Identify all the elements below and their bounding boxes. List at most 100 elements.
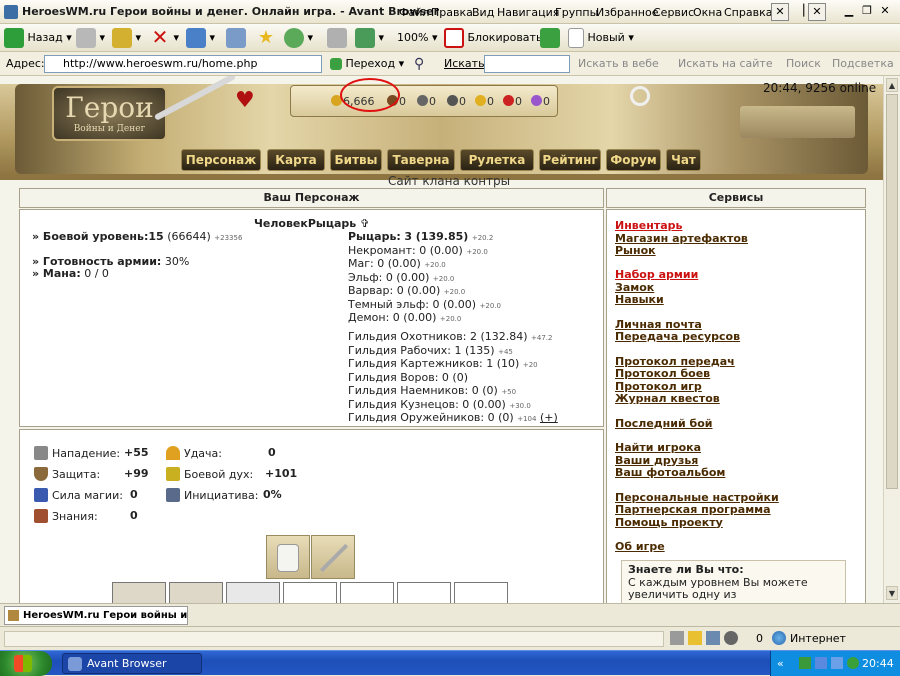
- nav-map[interactable]: Карта: [267, 149, 325, 171]
- sulfur-value: 0: [487, 95, 494, 108]
- tray-app-icon[interactable]: [799, 657, 811, 669]
- stat-luck: Удача:: [166, 446, 222, 460]
- game-logo[interactable]: Герои Войны и Денег: [52, 86, 167, 141]
- media-icon[interactable]: [724, 631, 738, 645]
- army-slot[interactable]: [169, 582, 223, 603]
- restore-tab-icon[interactable]: ▕: [791, 3, 809, 21]
- search-input[interactable]: [484, 55, 570, 73]
- faction-delta: +20.0: [439, 315, 462, 323]
- favorites-button[interactable]: ★: [256, 28, 276, 48]
- refresh-button[interactable]: ▾: [186, 28, 215, 48]
- find-player-link[interactable]: Найти игрока: [615, 441, 701, 455]
- flash-icon[interactable]: [688, 631, 702, 645]
- inventory-link[interactable]: Инвентарь: [615, 219, 682, 233]
- nav-battles[interactable]: Битвы: [330, 149, 382, 171]
- about-game-link[interactable]: Об игре: [615, 540, 665, 554]
- guild-value: 0 (0): [487, 411, 514, 424]
- find-button[interactable]: Поиск: [786, 57, 821, 70]
- menu-file[interactable]: Файл: [399, 6, 429, 19]
- guild-plus-link[interactable]: (+): [540, 411, 558, 424]
- block-button[interactable]: Блокировать: [444, 28, 542, 48]
- nav-character[interactable]: Персонаж: [181, 149, 261, 171]
- last-battle-link[interactable]: Последний бой: [615, 417, 712, 431]
- taskbar-item[interactable]: Avant Browser: [62, 653, 202, 674]
- up-button[interactable]: ▾: [112, 28, 141, 48]
- partner-program-link[interactable]: Партнерская программа: [615, 503, 771, 517]
- help-project-link[interactable]: Помощь проекту: [615, 516, 723, 530]
- nav-roulette[interactable]: Рулетка: [460, 149, 534, 171]
- army-slot[interactable]: [454, 582, 508, 603]
- weapon-slot[interactable]: [311, 535, 355, 579]
- nav-tavern[interactable]: Таверна: [387, 149, 455, 171]
- crystal-value: 0: [515, 95, 522, 108]
- army-slot[interactable]: [226, 582, 280, 603]
- close-window-icon[interactable]: ✕: [876, 3, 894, 21]
- new-button[interactable]: Новый ▾: [568, 28, 634, 48]
- faction-value: 0 (0.00): [396, 284, 441, 297]
- nav-rating[interactable]: Рейтинг: [539, 149, 601, 171]
- search-site-button[interactable]: Искать на сайте: [678, 57, 773, 70]
- tray-status-icon[interactable]: [847, 657, 859, 669]
- browser-tab[interactable]: HeroesWM.ru Герои войны и де...: [4, 606, 188, 625]
- tools-icon[interactable]: [670, 631, 684, 645]
- skills-link[interactable]: Навыки: [615, 293, 664, 307]
- battle-log-link[interactable]: Протокол боев: [615, 367, 710, 381]
- menu-navigation[interactable]: Навигация: [497, 6, 559, 19]
- close-doc-icon[interactable]: ✕: [808, 3, 826, 21]
- menu-groups[interactable]: Группы: [555, 6, 598, 19]
- nav-forum[interactable]: Форум: [606, 149, 661, 171]
- transfer-resources-link[interactable]: Передача ресурсов: [615, 330, 740, 344]
- army-slot[interactable]: [397, 582, 451, 603]
- search-web-button[interactable]: Искать в вебе: [578, 57, 659, 70]
- zoom-dropdown[interactable]: 100% ▾: [397, 28, 437, 48]
- tray-network2-icon[interactable]: [831, 657, 843, 669]
- faction-name: Эльф:: [348, 270, 383, 284]
- vertical-scrollbar[interactable]: ▲ ▼: [883, 76, 900, 603]
- scroll-down-icon[interactable]: ▼: [886, 586, 898, 600]
- tray-network-icon[interactable]: [815, 657, 827, 669]
- app-icon: [4, 5, 18, 19]
- minimize-icon[interactable]: ▁: [840, 3, 858, 21]
- binoculars-icon[interactable]: ⚲: [414, 56, 424, 72]
- highlight-button[interactable]: Подсветка: [832, 57, 894, 70]
- back-button[interactable]: Назад ▾: [4, 28, 72, 48]
- print-button[interactable]: [327, 28, 347, 48]
- army-slot[interactable]: [112, 582, 166, 603]
- green-arrow-button[interactable]: [540, 28, 560, 48]
- close-tab-icon[interactable]: ✕: [771, 3, 789, 21]
- fullscreen-button[interactable]: ▾: [355, 28, 384, 48]
- menu-help[interactable]: Справка: [724, 6, 772, 19]
- armor-slot[interactable]: [266, 535, 310, 579]
- ring-icon[interactable]: [630, 86, 650, 106]
- menu-service[interactable]: Сервис: [653, 6, 694, 19]
- stop-button[interactable]: ✕ ▾: [150, 27, 179, 48]
- menu-edit[interactable]: Правка: [431, 6, 473, 19]
- popup-icon[interactable]: [706, 631, 720, 645]
- character-name[interactable]: ЧеловекРыцарь ✞: [254, 217, 369, 231]
- maximize-icon[interactable]: ❐: [858, 3, 876, 21]
- history-button[interactable]: ▾: [284, 28, 313, 48]
- menu-view[interactable]: Вид: [472, 6, 494, 19]
- game-header: Герои Войны и Денег ♥ 6,666 0 0 0 0 0 0 …: [0, 76, 883, 180]
- scroll-up-icon[interactable]: ▲: [886, 78, 898, 92]
- guild-name: Гильдия Оружейников:: [348, 411, 485, 424]
- nav-chat[interactable]: Чат: [666, 149, 701, 171]
- security-zone: Интернет: [790, 632, 846, 645]
- forward-button[interactable]: ▾: [76, 28, 105, 48]
- market-link[interactable]: Рынок: [615, 244, 656, 258]
- army-slot[interactable]: [340, 582, 394, 603]
- army-slot[interactable]: [283, 582, 337, 603]
- recruit-army-link[interactable]: Набор армии: [615, 268, 698, 282]
- start-button[interactable]: [0, 651, 52, 676]
- quest-log-link[interactable]: Журнал квестов: [615, 392, 720, 406]
- go-button[interactable]: Переход ▾: [330, 54, 404, 74]
- scroll-thumb[interactable]: [886, 94, 898, 489]
- menu-favorites[interactable]: Избранное: [596, 6, 658, 19]
- url-input[interactable]: http://www.heroeswm.ru/home.php: [44, 55, 322, 73]
- clan-link[interactable]: Сайт клана контры: [388, 174, 510, 188]
- wood-value: 0: [399, 95, 406, 108]
- photo-album-link[interactable]: Ваш фотоальбом: [615, 466, 725, 480]
- tray-arrow-icon[interactable]: «: [777, 657, 784, 670]
- home-button[interactable]: [226, 28, 246, 48]
- menu-windows[interactable]: Окна: [693, 6, 722, 19]
